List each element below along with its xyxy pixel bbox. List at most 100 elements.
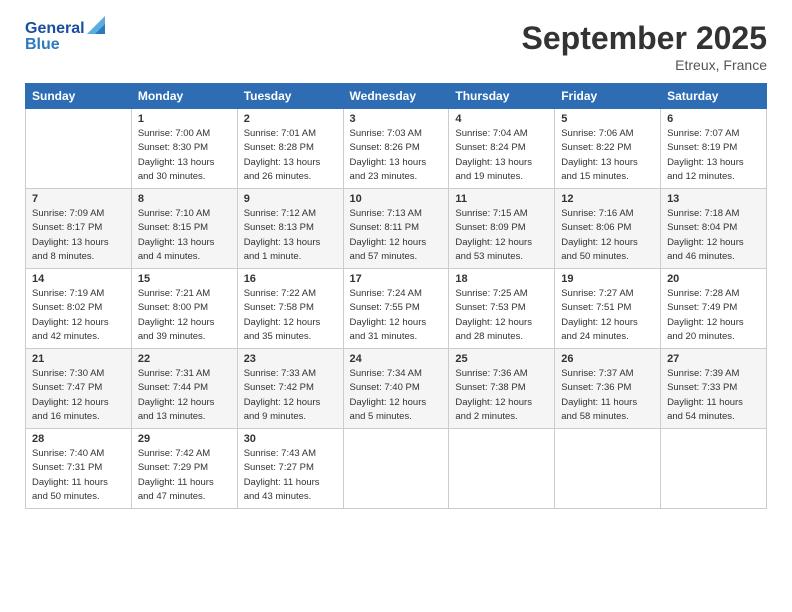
sunrise-text: Sunrise: 7:25 AM [455, 287, 548, 301]
day-info: Sunrise: 7:07 AM Sunset: 8:19 PM Dayligh… [667, 127, 760, 184]
sunrise-text: Sunrise: 7:36 AM [455, 367, 548, 381]
daylight-text: Daylight: 12 hours and 2 minutes. [455, 396, 548, 425]
day-info: Sunrise: 7:21 AM Sunset: 8:00 PM Dayligh… [138, 287, 231, 344]
sunrise-text: Sunrise: 7:37 AM [561, 367, 654, 381]
sunrise-text: Sunrise: 7:27 AM [561, 287, 654, 301]
daylight-text: Daylight: 12 hours and 16 minutes. [32, 396, 125, 425]
daylight-text: Daylight: 12 hours and 35 minutes. [244, 316, 337, 345]
calendar-cell: 11 Sunrise: 7:15 AM Sunset: 8:09 PM Dayl… [449, 189, 555, 269]
sunset-text: Sunset: 7:49 PM [667, 301, 760, 315]
calendar-cell: 7 Sunrise: 7:09 AM Sunset: 8:17 PM Dayli… [26, 189, 132, 269]
sunset-text: Sunset: 8:04 PM [667, 221, 760, 235]
calendar-cell: 28 Sunrise: 7:40 AM Sunset: 7:31 PM Dayl… [26, 429, 132, 509]
sunrise-text: Sunrise: 7:31 AM [138, 367, 231, 381]
day-info: Sunrise: 7:01 AM Sunset: 8:28 PM Dayligh… [244, 127, 337, 184]
day-number: 19 [561, 273, 654, 285]
day-info: Sunrise: 7:12 AM Sunset: 8:13 PM Dayligh… [244, 207, 337, 264]
day-number: 25 [455, 353, 548, 365]
day-info: Sunrise: 7:37 AM Sunset: 7:36 PM Dayligh… [561, 367, 654, 424]
day-info: Sunrise: 7:13 AM Sunset: 8:11 PM Dayligh… [350, 207, 443, 264]
sunset-text: Sunset: 8:11 PM [350, 221, 443, 235]
day-info: Sunrise: 7:34 AM Sunset: 7:40 PM Dayligh… [350, 367, 443, 424]
daylight-text: Daylight: 12 hours and 39 minutes. [138, 316, 231, 345]
sunset-text: Sunset: 7:44 PM [138, 381, 231, 395]
day-number: 1 [138, 113, 231, 125]
sunset-text: Sunset: 8:13 PM [244, 221, 337, 235]
day-number: 28 [32, 433, 125, 445]
day-number: 29 [138, 433, 231, 445]
day-number: 26 [561, 353, 654, 365]
calendar-cell: 29 Sunrise: 7:42 AM Sunset: 7:29 PM Dayl… [131, 429, 237, 509]
day-info: Sunrise: 7:16 AM Sunset: 8:06 PM Dayligh… [561, 207, 654, 264]
daylight-text: Daylight: 12 hours and 9 minutes. [244, 396, 337, 425]
calendar-cell: 12 Sunrise: 7:16 AM Sunset: 8:06 PM Dayl… [555, 189, 661, 269]
daylight-text: Daylight: 13 hours and 23 minutes. [350, 156, 443, 185]
day-info: Sunrise: 7:22 AM Sunset: 7:58 PM Dayligh… [244, 287, 337, 344]
sunrise-text: Sunrise: 7:13 AM [350, 207, 443, 221]
sunrise-text: Sunrise: 7:01 AM [244, 127, 337, 141]
calendar-cell [343, 429, 449, 509]
calendar-cell: 22 Sunrise: 7:31 AM Sunset: 7:44 PM Dayl… [131, 349, 237, 429]
sunset-text: Sunset: 8:09 PM [455, 221, 548, 235]
day-info: Sunrise: 7:15 AM Sunset: 8:09 PM Dayligh… [455, 207, 548, 264]
calendar-cell: 19 Sunrise: 7:27 AM Sunset: 7:51 PM Dayl… [555, 269, 661, 349]
daylight-text: Daylight: 11 hours and 43 minutes. [244, 476, 337, 505]
calendar-cell: 3 Sunrise: 7:03 AM Sunset: 8:26 PM Dayli… [343, 109, 449, 189]
day-info: Sunrise: 7:42 AM Sunset: 7:29 PM Dayligh… [138, 447, 231, 504]
day-info: Sunrise: 7:24 AM Sunset: 7:55 PM Dayligh… [350, 287, 443, 344]
sunset-text: Sunset: 7:36 PM [561, 381, 654, 395]
calendar-cell: 8 Sunrise: 7:10 AM Sunset: 8:15 PM Dayli… [131, 189, 237, 269]
month-title: September 2025 [522, 20, 767, 57]
day-info: Sunrise: 7:06 AM Sunset: 8:22 PM Dayligh… [561, 127, 654, 184]
day-number: 20 [667, 273, 760, 285]
sunrise-text: Sunrise: 7:06 AM [561, 127, 654, 141]
daylight-text: Daylight: 13 hours and 8 minutes. [32, 236, 125, 265]
daylight-text: Daylight: 12 hours and 13 minutes. [138, 396, 231, 425]
day-info: Sunrise: 7:28 AM Sunset: 7:49 PM Dayligh… [667, 287, 760, 344]
sunrise-text: Sunrise: 7:15 AM [455, 207, 548, 221]
calendar-cell: 10 Sunrise: 7:13 AM Sunset: 8:11 PM Dayl… [343, 189, 449, 269]
daylight-text: Daylight: 11 hours and 54 minutes. [667, 396, 760, 425]
sunset-text: Sunset: 7:38 PM [455, 381, 548, 395]
sunset-text: Sunset: 7:33 PM [667, 381, 760, 395]
sunrise-text: Sunrise: 7:00 AM [138, 127, 231, 141]
day-info: Sunrise: 7:36 AM Sunset: 7:38 PM Dayligh… [455, 367, 548, 424]
day-number: 17 [350, 273, 443, 285]
sunrise-text: Sunrise: 7:42 AM [138, 447, 231, 461]
daylight-text: Daylight: 11 hours and 47 minutes. [138, 476, 231, 505]
day-number: 27 [667, 353, 760, 365]
calendar-cell: 4 Sunrise: 7:04 AM Sunset: 8:24 PM Dayli… [449, 109, 555, 189]
day-header-friday: Friday [555, 84, 661, 109]
sunset-text: Sunset: 8:00 PM [138, 301, 231, 315]
daylight-text: Daylight: 12 hours and 57 minutes. [350, 236, 443, 265]
sunset-text: Sunset: 7:40 PM [350, 381, 443, 395]
sunrise-text: Sunrise: 7:28 AM [667, 287, 760, 301]
day-info: Sunrise: 7:25 AM Sunset: 7:53 PM Dayligh… [455, 287, 548, 344]
sunset-text: Sunset: 7:31 PM [32, 461, 125, 475]
calendar-header: SundayMondayTuesdayWednesdayThursdayFrid… [26, 84, 767, 109]
day-info: Sunrise: 7:40 AM Sunset: 7:31 PM Dayligh… [32, 447, 125, 504]
daylight-text: Daylight: 12 hours and 28 minutes. [455, 316, 548, 345]
sunset-text: Sunset: 7:55 PM [350, 301, 443, 315]
day-info: Sunrise: 7:43 AM Sunset: 7:27 PM Dayligh… [244, 447, 337, 504]
day-info: Sunrise: 7:09 AM Sunset: 8:17 PM Dayligh… [32, 207, 125, 264]
daylight-text: Daylight: 12 hours and 42 minutes. [32, 316, 125, 345]
daylight-text: Daylight: 11 hours and 58 minutes. [561, 396, 654, 425]
calendar-cell: 2 Sunrise: 7:01 AM Sunset: 8:28 PM Dayli… [237, 109, 343, 189]
calendar-cell: 30 Sunrise: 7:43 AM Sunset: 7:27 PM Dayl… [237, 429, 343, 509]
sunset-text: Sunset: 7:47 PM [32, 381, 125, 395]
day-number: 10 [350, 193, 443, 205]
sunrise-text: Sunrise: 7:24 AM [350, 287, 443, 301]
sunset-text: Sunset: 8:06 PM [561, 221, 654, 235]
sunrise-text: Sunrise: 7:10 AM [138, 207, 231, 221]
sunrise-text: Sunrise: 7:03 AM [350, 127, 443, 141]
day-number: 9 [244, 193, 337, 205]
day-number: 12 [561, 193, 654, 205]
sunset-text: Sunset: 8:28 PM [244, 141, 337, 155]
daylight-text: Daylight: 13 hours and 4 minutes. [138, 236, 231, 265]
calendar-cell: 24 Sunrise: 7:34 AM Sunset: 7:40 PM Dayl… [343, 349, 449, 429]
sunset-text: Sunset: 8:15 PM [138, 221, 231, 235]
daylight-text: Daylight: 13 hours and 30 minutes. [138, 156, 231, 185]
day-number: 3 [350, 113, 443, 125]
calendar-cell [26, 109, 132, 189]
